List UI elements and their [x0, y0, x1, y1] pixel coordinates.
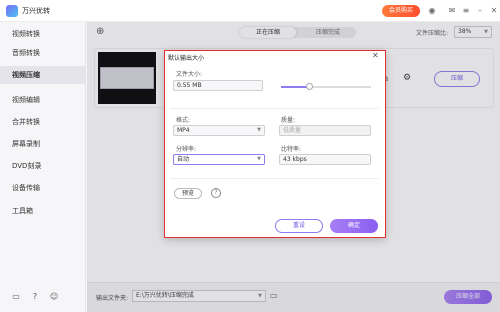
reset-button[interactable]: 重设 [275, 219, 323, 233]
user-icon[interactable]: ☺ [49, 292, 59, 302]
resolution-value: 自动 [177, 156, 190, 163]
close-icon[interactable]: ✕ [488, 5, 500, 17]
sidebar-item-audio-convert[interactable]: 音频转换 [0, 44, 86, 62]
app-title: 万兴优转 [22, 7, 50, 15]
sidebar-item-dvd-burn[interactable]: DVD刻录 [0, 157, 86, 175]
ok-button[interactable]: 确定 [330, 219, 378, 233]
resolution-select[interactable]: 自动 ▼ [173, 154, 265, 165]
book-icon[interactable]: ▭ [11, 292, 21, 302]
sidebar-item-video-edit[interactable]: 视频编辑 [0, 91, 86, 109]
mail-icon[interactable]: ✉ [446, 5, 458, 17]
menu-icon[interactable]: ≡ [460, 5, 472, 17]
bitrate-label: 比特率: [281, 146, 302, 153]
bitrate-value: 43 kbps [283, 156, 307, 163]
close-icon[interactable]: ✕ [372, 51, 379, 60]
vip-purchase-button[interactable]: 会员购买 [382, 5, 420, 17]
format-select[interactable]: MP4 ▼ [173, 125, 265, 136]
chevron-down-icon: ▼ [257, 156, 261, 162]
sidebar-item-video-compress[interactable]: 视频压缩 [0, 66, 86, 84]
size-slider[interactable] [281, 83, 371, 90]
help-icon[interactable]: ? [30, 292, 40, 302]
divider [170, 108, 378, 109]
sidebar-item-screen-record[interactable]: 屏幕录制 [0, 135, 86, 153]
quality-label: 质量: [281, 117, 296, 124]
sidebar-item-toolbox[interactable]: 工具箱 [0, 202, 86, 220]
file-size-field[interactable]: 0.55 MB [173, 80, 263, 91]
sidebar-item-video-convert[interactable]: 视频转换 [0, 25, 86, 43]
file-size-label: 文件大小: [176, 71, 203, 78]
file-size-value: 0.55 MB [177, 82, 202, 89]
bitrate-field[interactable]: 43 kbps [279, 154, 371, 165]
quality-value: 低质量 [283, 127, 302, 134]
chevron-down-icon: ▼ [257, 127, 261, 133]
title-bar: 万兴优转 会员购买 ◉ ✉ ≡ – ✕ [0, 0, 500, 22]
dialog-title: 默认输出大小 [168, 55, 205, 62]
quality-select: 低质量 [279, 125, 371, 136]
app-logo [6, 5, 18, 17]
avatar-icon[interactable]: ◉ [426, 5, 438, 17]
divider [170, 178, 378, 179]
resolution-label: 分辨率: [176, 146, 197, 153]
sidebar: 视频转换 音频转换 视频压缩 视频编辑 合并转换 屏幕录制 DVD刻录 设备传输… [0, 22, 86, 312]
format-value: MP4 [177, 127, 190, 134]
minimize-icon[interactable]: – [474, 5, 486, 17]
help-icon[interactable]: ? [211, 188, 221, 198]
sidebar-item-merge[interactable]: 合并转换 [0, 113, 86, 131]
output-size-dialog [164, 50, 386, 238]
sidebar-item-device-transfer[interactable]: 设备传输 [0, 179, 86, 197]
format-label: 格式: [176, 117, 191, 124]
preview-button[interactable]: 预览 [174, 188, 202, 199]
